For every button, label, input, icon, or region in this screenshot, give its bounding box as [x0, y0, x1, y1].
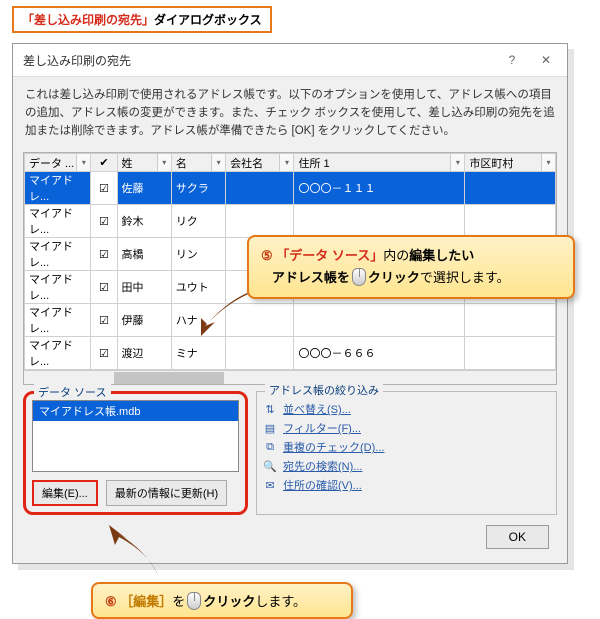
row-checkbox[interactable]: ☑ — [91, 337, 117, 370]
data-source-item[interactable]: マイアドレス帳.mdb — [33, 401, 238, 421]
dialog-title: 差し込み印刷の宛先 — [23, 52, 495, 69]
refine-link-icon: ⧉ — [263, 441, 277, 454]
close-button[interactable]: ✕ — [529, 49, 563, 71]
ok-button[interactable]: OK — [486, 525, 549, 549]
row-checkbox[interactable]: ☑ — [91, 238, 117, 271]
column-header[interactable]: 住所 1▾ — [294, 154, 465, 172]
table-row[interactable]: マイアドレ...☑渡辺ミナ〇〇〇－６６６ — [25, 337, 556, 370]
dialog-footer: OK — [13, 515, 567, 563]
callout-step-5: ⑤ 「データ ソース」内の編集したい アドレス帳をクリックで選択します。 — [247, 235, 575, 299]
caption-red: 「差し込み印刷の宛先」 — [22, 13, 154, 27]
dialog-caption-label: 「差し込み印刷の宛先」ダイアログボックス — [12, 6, 272, 33]
table-row[interactable]: マイアドレ...☑佐藤サクラ〇〇〇－１１１ — [25, 172, 556, 205]
arrow-to-edit-button — [107, 521, 177, 581]
data-source-fieldset: データ ソース マイアドレス帳.mdb 編集(E)... 最新の情報に更新(H) — [23, 391, 248, 515]
refresh-button[interactable]: 最新の情報に更新(H) — [106, 480, 227, 506]
column-header[interactable]: 名▾ — [171, 154, 225, 172]
refine-link-icon: ⇅ — [263, 403, 277, 416]
refine-link-row: ⧉ 重複のチェック(D)... — [263, 439, 550, 455]
column-header[interactable]: 市区町村▾ — [465, 154, 556, 172]
row-checkbox[interactable]: ☑ — [91, 304, 117, 337]
row-checkbox[interactable]: ☑ — [91, 205, 117, 238]
refine-link-icon: ▤ — [263, 422, 277, 435]
mouse-icon — [187, 592, 201, 610]
table-row[interactable]: マイアドレ...☑鈴木リク — [25, 205, 556, 238]
refine-link[interactable]: 並べ替え(S)... — [283, 401, 351, 417]
mailmerge-recipients-dialog: 差し込み印刷の宛先 ? ✕ これは差し込み印刷で使用されるアドレス帳です。以下の… — [12, 43, 568, 564]
caption-black: ダイアログボックス — [154, 13, 262, 27]
column-header[interactable]: ✔ — [91, 154, 117, 172]
table-row[interactable]: マイアドレ...☑伊藤ハナ — [25, 304, 556, 337]
dialog-description: これは差し込み印刷で使用されるアドレス帳です。以下のオプションを使用して、アドレ… — [13, 77, 567, 150]
refine-link[interactable]: 住所の確認(V)... — [283, 477, 362, 493]
column-header[interactable]: 姓▾ — [117, 154, 171, 172]
refine-fieldset: アドレス帳の絞り込み ⇅並べ替え(S)...▤フィルター(F)...⧉重複のチェ… — [256, 391, 557, 515]
data-source-list[interactable]: マイアドレス帳.mdb — [32, 400, 239, 472]
edit-button[interactable]: 編集(E)... — [32, 480, 98, 506]
refine-link[interactable]: フィルター(F)... — [283, 420, 361, 436]
column-header[interactable]: データ ...▾ — [25, 154, 91, 172]
row-checkbox[interactable]: ☑ — [91, 271, 117, 304]
titlebar: 差し込み印刷の宛先 ? ✕ — [13, 44, 567, 77]
column-header[interactable]: 会社名▾ — [226, 154, 294, 172]
refine-link-row: ▤ フィルター(F)... — [263, 420, 550, 436]
refine-link-row: 🔍 宛先の検索(N)... — [263, 458, 550, 474]
refine-legend: アドレス帳の絞り込み — [265, 382, 383, 398]
refine-link-icon: 🔍 — [263, 460, 277, 473]
data-source-legend: データ ソース — [34, 384, 111, 400]
callout-step-6: ⑥ ［編集］をクリックします。 — [91, 582, 353, 619]
refine-link-row: ✉ 住所の確認(V)... — [263, 477, 550, 493]
refine-link-icon: ✉ — [263, 479, 277, 492]
row-checkbox[interactable]: ☑ — [91, 172, 117, 205]
help-button[interactable]: ? — [495, 49, 529, 71]
mouse-icon — [352, 268, 366, 286]
refine-link[interactable]: 重複のチェック(D)... — [283, 439, 384, 455]
refine-link[interactable]: 宛先の検索(N)... — [283, 458, 362, 474]
refine-link-row: ⇅ 並べ替え(S)... — [263, 401, 550, 417]
